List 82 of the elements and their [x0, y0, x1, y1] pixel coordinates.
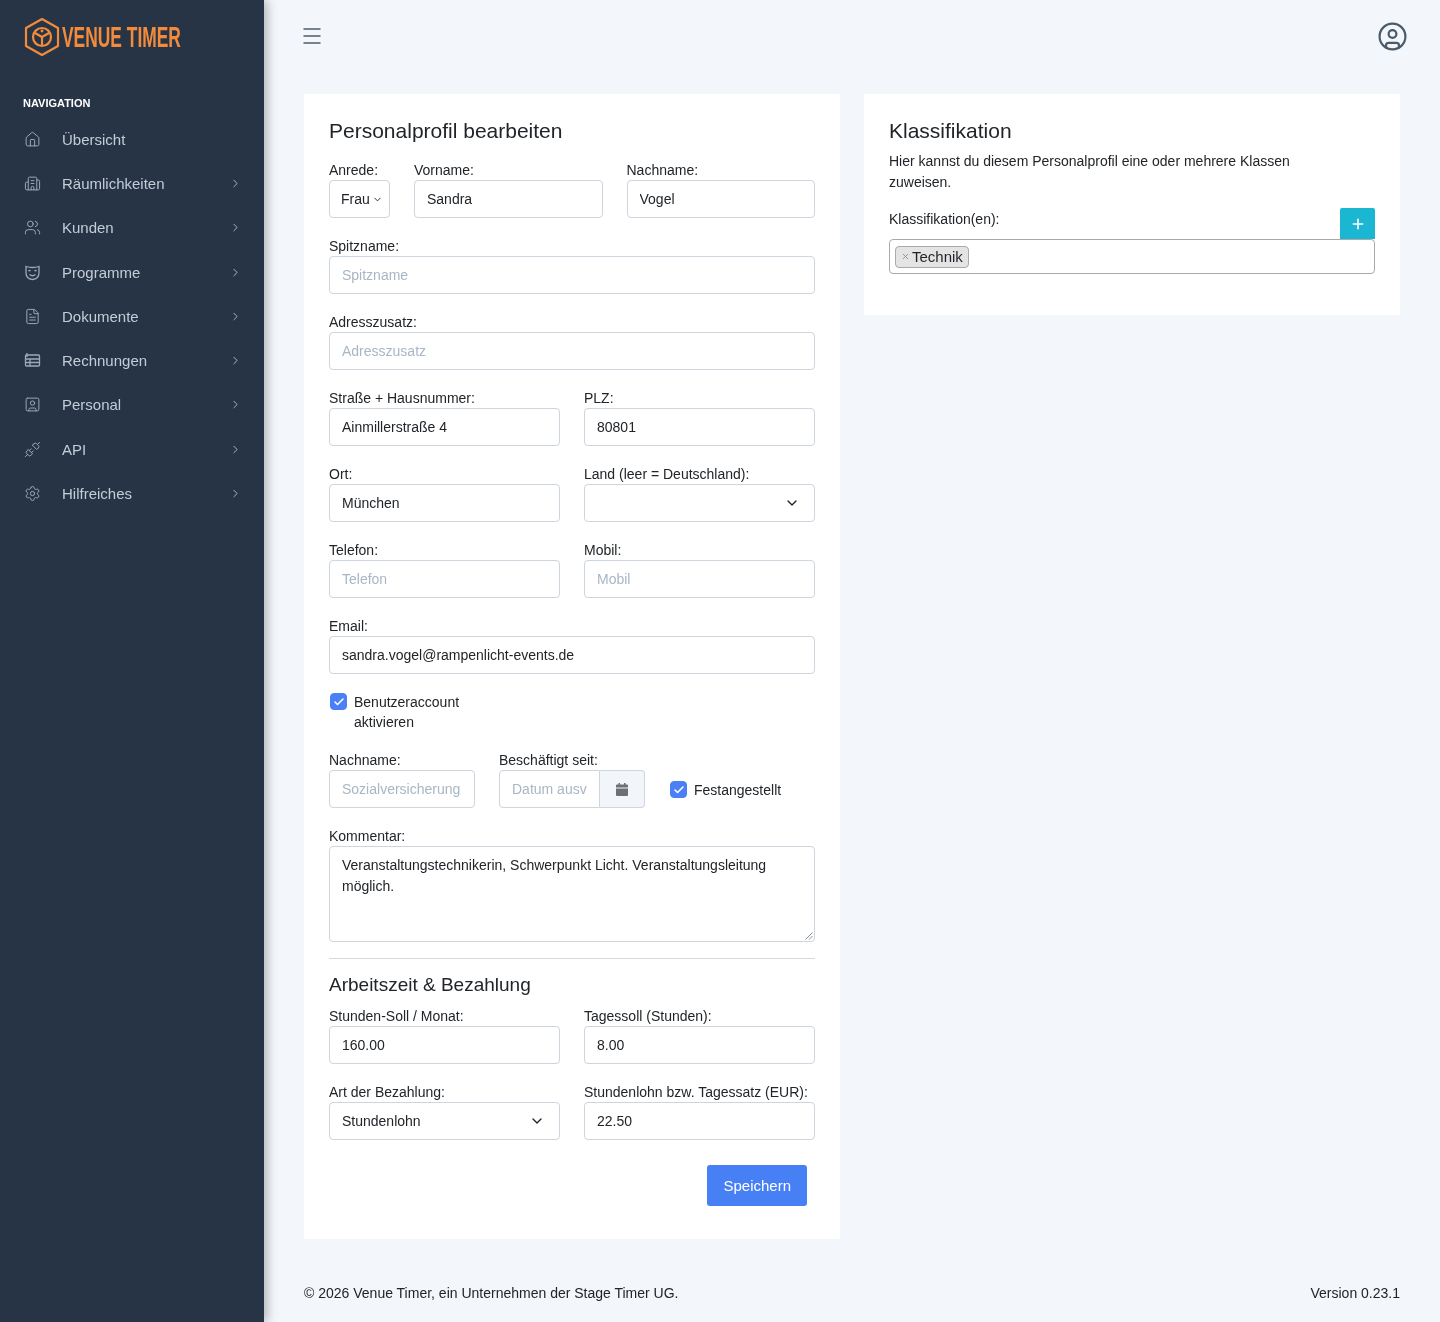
- plug-icon: [24, 440, 41, 458]
- field-label: Stundenlohn bzw. Tagessatz (EUR):: [584, 1083, 809, 1102]
- field-label: Vorname:: [414, 161, 475, 180]
- building-icon: [24, 174, 41, 192]
- copyright-text: © 2026 Venue Timer, ein Unternehmen der Stage Timer UG.: [304, 1284, 679, 1303]
- save-button[interactable]: Speichern: [707, 1165, 807, 1206]
- nav-link[interactable]: API: [62, 440, 87, 458]
- input-field[interactable]: Sandra: [414, 180, 603, 218]
- card-description: Hier kannst du diesem Personalprofil eine oder mehrere Klassen zuweisen.: [889, 152, 1291, 192]
- tag-input-field[interactable]: Technik: [889, 239, 1375, 274]
- field-label: Telefon:: [329, 541, 380, 560]
- field-label: Ort:: [329, 465, 354, 484]
- field-label: Stunden-Soll / Monat:: [329, 1007, 465, 1026]
- field-label: Nachname:: [626, 161, 700, 180]
- version-text: Version 0.23.1: [1310, 1284, 1400, 1303]
- home-icon: [24, 130, 41, 148]
- field-label: Art der Bezahlung:: [329, 1083, 446, 1102]
- field-label: PLZ:: [584, 389, 615, 408]
- input-field[interactable]: 160.00: [329, 1026, 560, 1064]
- input-field[interactable]: Telefon: [329, 560, 560, 598]
- field-label: Mobil:: [584, 541, 623, 560]
- document-icon: [24, 307, 41, 325]
- checkbox-label: Benutzeraccount aktivieren: [354, 693, 461, 732]
- select-field[interactable]: Stundenlohn: [329, 1102, 560, 1140]
- select-field[interactable]: Frau: [329, 180, 390, 218]
- settings-icon: [24, 485, 41, 502]
- checkbox-label: Festangestellt: [694, 781, 782, 800]
- mask-icon: [24, 263, 41, 281]
- user-card-icon: [24, 396, 41, 414]
- field-label: Klassifikation(en):: [889, 210, 1000, 229]
- users-icon: [24, 219, 41, 237]
- input-field[interactable]: Spitzname: [329, 256, 815, 294]
- card-title: Klassifikation: [889, 119, 1013, 143]
- check-icon: [332, 695, 345, 708]
- input-field[interactable]: sandra.vogel@rampenlicht-events.de: [329, 636, 815, 674]
- logo-text: VENUE TIMER: [62, 21, 181, 53]
- input-field[interactable]: Mobil: [584, 560, 815, 598]
- field-label: Straße + Hausnummer:: [329, 389, 476, 408]
- user-icon: [1377, 20, 1408, 52]
- calendar-button[interactable]: [600, 770, 645, 808]
- add-button[interactable]: [1340, 208, 1375, 239]
- input-field[interactable]: 22.50: [584, 1102, 815, 1140]
- section-title: NAVIGATION: [23, 96, 92, 110]
- field-label: Beschäftigt seit:: [499, 751, 599, 770]
- input-field[interactable]: Vogel: [626, 180, 815, 218]
- field-label: Nachname:: [329, 751, 402, 770]
- table-icon: [24, 352, 41, 370]
- field-label: Spitzname:: [329, 237, 401, 256]
- logo-icon: [24, 17, 60, 57]
- field-label: Adresszusatz:: [329, 313, 418, 332]
- field-label: Land (leer = Deutschland):: [584, 465, 751, 484]
- date-field[interactable]: Datum ausv: [499, 770, 600, 808]
- checkbox[interactable]: [330, 693, 347, 710]
- account-button[interactable]: [1377, 20, 1408, 52]
- nav-link[interactable]: Personal: [62, 396, 122, 414]
- check-icon: [672, 783, 685, 796]
- nav-link[interactable]: Rechnungen: [62, 352, 148, 370]
- input-field[interactable]: Sozialversicherung: [329, 770, 475, 808]
- nav-link[interactable]: Programme: [62, 263, 141, 281]
- field-label: Anrede:: [329, 161, 380, 180]
- tag-label: Technik: [912, 246, 963, 267]
- field-label: Email:: [329, 617, 369, 636]
- nav-link[interactable]: Hilfreiches: [62, 485, 133, 502]
- section-title: Arbeitszeit & Bezahlung: [329, 973, 532, 997]
- field-label: Kommentar:: [329, 827, 407, 846]
- field-label: Tagessoll (Stunden):: [584, 1007, 713, 1026]
- nav-link[interactable]: Räumlichkeiten: [62, 174, 165, 192]
- calendar-icon: [616, 782, 628, 796]
- resize-grip-icon[interactable]: [805, 932, 813, 940]
- checkbox[interactable]: [670, 781, 687, 798]
- input-field[interactable]: Adresszusatz: [329, 332, 815, 370]
- nav-link[interactable]: Übersicht: [62, 130, 126, 148]
- comment-field[interactable]: Veranstaltungstechnikerin, Schwerpunkt Licht. Veranstaltungsleitung möglich.: [329, 846, 815, 942]
- card-title: Personalprofil bearbeiten: [329, 119, 564, 143]
- select-field[interactable]: [584, 484, 815, 522]
- close-icon[interactable]: [901, 252, 910, 261]
- input-field[interactable]: München: [329, 484, 560, 522]
- input-field[interactable]: 8.00: [584, 1026, 815, 1064]
- input-field[interactable]: 80801: [584, 408, 815, 446]
- nav-link[interactable]: Dokumente: [62, 307, 139, 325]
- input-field[interactable]: Ainmillerstraße 4: [329, 408, 560, 446]
- nav-link[interactable]: Kunden: [62, 219, 114, 237]
